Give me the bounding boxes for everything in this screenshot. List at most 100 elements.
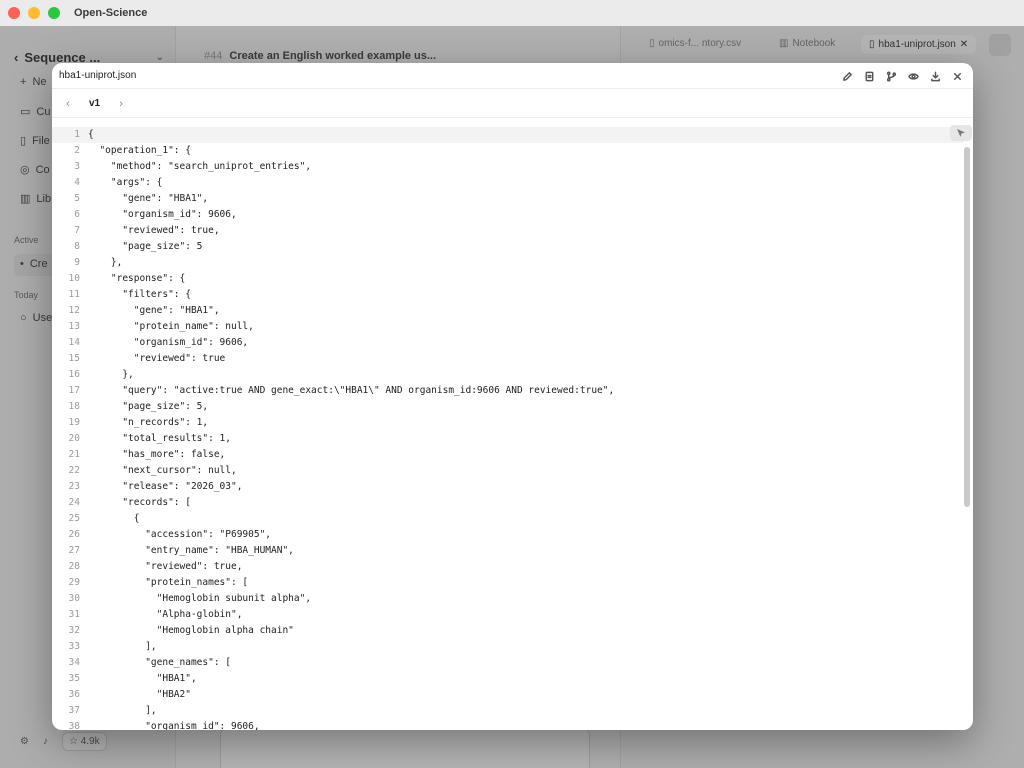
cursor-pin-button[interactable] — [950, 125, 972, 141]
document-icon — [865, 71, 873, 81]
code-scrollbar[interactable] — [964, 147, 970, 507]
code-line[interactable]: 22 "next_cursor": null, — [52, 463, 964, 479]
code-line[interactable]: 25 { — [52, 511, 964, 527]
code-line[interactable]: 4 "args": { — [52, 175, 964, 191]
code-line[interactable]: 32 "Hemoglobin alpha chain" — [52, 623, 964, 639]
line-number: 3 — [74, 161, 80, 172]
line-number: 36 — [68, 689, 80, 700]
line-content: "HBA1", — [88, 673, 197, 684]
maximize-window-icon[interactable] — [48, 7, 60, 19]
code-line[interactable]: 8 "page_size": 5 — [52, 239, 964, 255]
file-viewer-modal: hba1-uniprot.json ‹ v1 › 1{2 "operation… — [52, 63, 973, 730]
line-content: "entry_name": "HBA_HUMAN", — [88, 545, 294, 556]
line-content: "total_results": 1, — [88, 433, 231, 444]
line-number: 5 — [74, 193, 80, 204]
line-content: { — [88, 513, 140, 524]
line-number: 24 — [68, 497, 80, 508]
branch-icon — [886, 70, 896, 82]
code-line[interactable]: 2 "operation_1": { — [52, 143, 964, 159]
line-number: 15 — [68, 353, 80, 364]
line-number: 19 — [68, 417, 80, 428]
line-content: "reviewed": true, — [88, 561, 243, 572]
line-number: 1 — [74, 129, 80, 140]
line-content: "n_records": 1, — [88, 417, 209, 428]
line-content: "reviewed": true, — [88, 225, 220, 236]
line-content: { — [88, 129, 94, 140]
code-line[interactable]: 1{ — [52, 127, 964, 143]
code-line[interactable]: 5 "gene": "HBA1", — [52, 191, 964, 207]
code-line[interactable]: 6 "organism_id": 9606, — [52, 207, 964, 223]
version-label: v1 — [89, 98, 101, 109]
minimize-window-icon[interactable] — [28, 7, 40, 19]
prev-version-button[interactable]: ‹ — [61, 97, 75, 111]
code-line[interactable]: 37 ], — [52, 703, 964, 719]
code-line[interactable]: 23 "release": "2026_03", — [52, 479, 964, 495]
code-line[interactable]: 12 "gene": "HBA1", — [52, 303, 964, 319]
code-line[interactable]: 21 "has_more": false, — [52, 447, 964, 463]
code-line[interactable]: 10 "response": { — [52, 271, 964, 287]
code-line[interactable]: 14 "organism_id": 9606, — [52, 335, 964, 351]
modal-header: hba1-uniprot.json — [52, 63, 973, 89]
copy-button[interactable] — [861, 68, 877, 84]
code-line[interactable]: 27 "entry_name": "HBA_HUMAN", — [52, 543, 964, 559]
edit-button[interactable] — [839, 68, 855, 84]
preview-button[interactable] — [905, 68, 921, 84]
pointer-icon — [957, 129, 965, 137]
line-content: "page_size": 5 — [88, 241, 203, 252]
code-line[interactable]: 24 "records": [ — [52, 495, 964, 511]
code-line[interactable]: 18 "page_size": 5, — [52, 399, 964, 415]
close-window-icon[interactable] — [8, 7, 20, 19]
line-number: 8 — [74, 241, 80, 252]
line-number: 22 — [68, 465, 80, 476]
close-icon — [953, 72, 961, 80]
code-line[interactable]: 33 ], — [52, 639, 964, 655]
code-line[interactable]: 13 "protein_name": null, — [52, 319, 964, 335]
traffic-lights — [8, 7, 60, 19]
line-content: ], — [88, 705, 157, 716]
code-line[interactable]: 7 "reviewed": true, — [52, 223, 964, 239]
line-content: "accession": "P69905", — [88, 529, 272, 540]
code-line[interactable]: 16 }, — [52, 367, 964, 383]
code-line[interactable]: 38 "organism_id": 9606, — [52, 719, 964, 730]
code-line[interactable]: 11 "filters": { — [52, 287, 964, 303]
line-content: "HBA2" — [88, 689, 191, 700]
line-number: 7 — [74, 225, 80, 236]
line-content: "organism_id": 9606, — [88, 721, 260, 730]
code-line[interactable]: 9 }, — [52, 255, 964, 271]
next-version-button[interactable]: › — [114, 97, 128, 111]
close-button[interactable] — [949, 68, 965, 84]
download-button[interactable] — [927, 68, 943, 84]
line-number: 25 — [68, 513, 80, 524]
code-line[interactable]: 29 "protein_names": [ — [52, 575, 964, 591]
line-number: 21 — [68, 449, 80, 460]
line-number: 18 — [68, 401, 80, 412]
line-number: 4 — [74, 177, 80, 188]
version-bar: ‹ v1 › — [52, 90, 973, 118]
code-line[interactable]: 26 "accession": "P69905", — [52, 527, 964, 543]
line-content: "args": { — [88, 177, 163, 188]
line-number: 31 — [68, 609, 80, 620]
code-line[interactable]: 34 "gene_names": [ — [52, 655, 964, 671]
code-line[interactable]: 30 "Hemoglobin subunit alpha", — [52, 591, 964, 607]
line-number: 16 — [68, 369, 80, 380]
app-title: Open-Science — [74, 7, 148, 19]
code-line[interactable]: 35 "HBA1", — [52, 671, 964, 687]
code-line[interactable]: 31 "Alpha-globin", — [52, 607, 964, 623]
code-line[interactable]: 20 "total_results": 1, — [52, 431, 964, 447]
line-number: 26 — [68, 529, 80, 540]
code-line[interactable]: 36 "HBA2" — [52, 687, 964, 703]
line-number: 33 — [68, 641, 80, 652]
line-content: "Hemoglobin subunit alpha", — [88, 593, 312, 604]
line-content: "Hemoglobin alpha chain" — [88, 625, 294, 636]
code-editor[interactable]: 1{2 "operation_1": {3 "method": "search_… — [52, 127, 964, 730]
code-line[interactable]: 15 "reviewed": true — [52, 351, 964, 367]
code-line[interactable]: 17 "query": "active:true AND gene_exact:… — [52, 383, 964, 399]
modal-actions — [839, 68, 965, 84]
code-line[interactable]: 28 "reviewed": true, — [52, 559, 964, 575]
code-line[interactable]: 19 "n_records": 1, — [52, 415, 964, 431]
code-line[interactable]: 3 "method": "search_uniprot_entries", — [52, 159, 964, 175]
line-number: 30 — [68, 593, 80, 604]
line-number: 17 — [68, 385, 80, 396]
history-button[interactable] — [883, 68, 899, 84]
line-content: "operation_1": { — [88, 145, 191, 156]
